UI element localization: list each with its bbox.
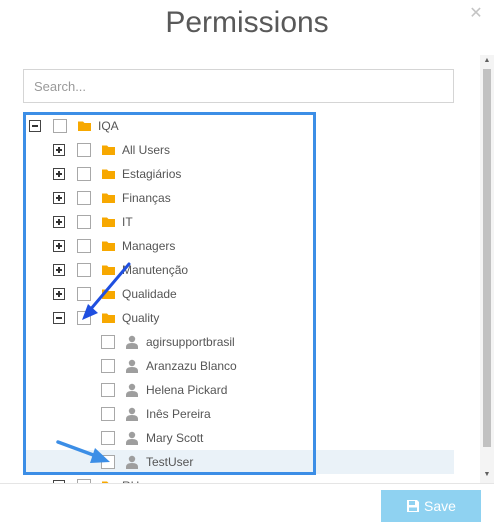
tree-node-user-selected: TestUser (0, 450, 480, 474)
tree-node-label[interactable]: TestUser (146, 454, 193, 470)
tree-checkbox[interactable] (101, 407, 115, 421)
tree-node-user: Helena Pickard (0, 378, 480, 402)
tree-node-label[interactable]: IT (122, 214, 133, 230)
tree-node-label[interactable]: Aranzazu Blanco (146, 358, 237, 374)
tree-node-group: Finanças (0, 186, 480, 210)
tree-checkbox[interactable] (101, 383, 115, 397)
scrollbar-thumb[interactable] (483, 69, 491, 447)
tree-node-label[interactable]: Helena Pickard (146, 382, 227, 398)
folder-icon (102, 313, 115, 323)
tree-checkbox[interactable] (53, 119, 67, 133)
tree-node-group: Estagiários (0, 162, 480, 186)
tree-node-group: Qualidade (0, 282, 480, 306)
folder-icon (102, 193, 115, 203)
tree-node-group: Manutenção (0, 258, 480, 282)
tree-node-label[interactable]: agirsupportbrasil (146, 334, 235, 350)
folder-icon (102, 145, 115, 155)
user-icon (126, 335, 138, 349)
user-icon (126, 359, 138, 373)
tree-node-user: Inês Pereira (0, 402, 480, 426)
tree-node-label[interactable]: All Users (122, 142, 170, 158)
tree-node-label[interactable]: Inês Pereira (146, 406, 211, 422)
tree-node-group: All Users (0, 138, 480, 162)
collapse-toggle[interactable] (29, 120, 41, 132)
floppy-disk-icon (407, 500, 420, 512)
tree-checkbox[interactable] (77, 287, 91, 301)
folder-icon (102, 265, 115, 275)
save-button[interactable]: Save (381, 490, 481, 522)
tree-node-label[interactable]: Managers (122, 238, 175, 254)
expand-toggle[interactable] (53, 192, 65, 204)
tree-node-label[interactable]: Finanças (122, 190, 171, 206)
tree-node-group: IT (0, 210, 480, 234)
tree-node-label[interactable]: Quality (122, 310, 159, 326)
expand-toggle[interactable] (53, 288, 65, 300)
tree-checkbox[interactable] (77, 263, 91, 277)
tree-node-label[interactable]: Estagiários (122, 166, 181, 182)
user-icon (126, 431, 138, 445)
folder-icon (102, 217, 115, 227)
tree-checkbox[interactable] (77, 191, 91, 205)
tree-checkbox[interactable] (101, 431, 115, 445)
scroll-up-icon[interactable]: ▲ (480, 55, 494, 67)
tree-checkbox[interactable] (77, 239, 91, 253)
tree-checkbox[interactable] (101, 359, 115, 373)
tree-node-label[interactable]: Manutenção (122, 262, 188, 278)
expand-toggle[interactable] (53, 264, 65, 276)
tree-checkbox[interactable] (77, 167, 91, 181)
tree-checkbox[interactable] (101, 335, 115, 349)
search-input[interactable] (23, 69, 454, 103)
close-icon[interactable]: ✕ (468, 6, 484, 22)
user-icon (126, 407, 138, 421)
permissions-tree: IQA All Users Estagiários Finanças IT Ma… (0, 108, 480, 484)
folder-icon (102, 169, 115, 179)
tree-checkbox[interactable] (77, 143, 91, 157)
folder-icon (78, 121, 91, 131)
user-icon (126, 455, 138, 469)
tree-node-label[interactable]: IQA (98, 118, 119, 134)
scrollbar[interactable]: ▲ ▼ (480, 55, 494, 483)
tree-node-label[interactable]: Qualidade (122, 286, 177, 302)
modal-title: Permissions (165, 6, 329, 39)
tree-checkbox[interactable] (77, 311, 91, 325)
selected-row-highlight (25, 450, 454, 474)
save-button-label: Save (424, 498, 456, 514)
tree-node-group: Quality (0, 306, 480, 330)
tree-node-group: Managers (0, 234, 480, 258)
expand-toggle[interactable] (53, 216, 65, 228)
folder-icon (102, 289, 115, 299)
user-icon (126, 383, 138, 397)
expand-toggle[interactable] (53, 240, 65, 252)
expand-toggle[interactable] (53, 168, 65, 180)
tree-node-user: Aranzazu Blanco (0, 354, 480, 378)
footer-divider (0, 483, 494, 484)
tree-checkbox[interactable] (77, 215, 91, 229)
tree-node-user: Mary Scott (0, 426, 480, 450)
scroll-down-icon[interactable]: ▼ (480, 469, 494, 481)
tree-node-root: IQA (0, 114, 480, 138)
folder-icon (102, 241, 115, 251)
tree-checkbox[interactable] (101, 455, 115, 469)
tree-node-user: agirsupportbrasil (0, 330, 480, 354)
expand-toggle[interactable] (53, 144, 65, 156)
collapse-toggle[interactable] (53, 312, 65, 324)
tree-node-label[interactable]: Mary Scott (146, 430, 203, 446)
